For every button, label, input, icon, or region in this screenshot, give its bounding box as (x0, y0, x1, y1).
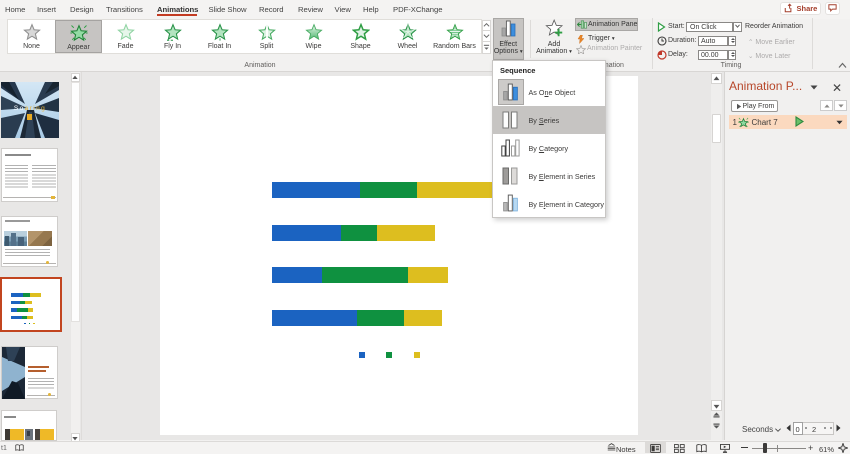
svg-text:Soaring: Soaring (14, 105, 46, 112)
